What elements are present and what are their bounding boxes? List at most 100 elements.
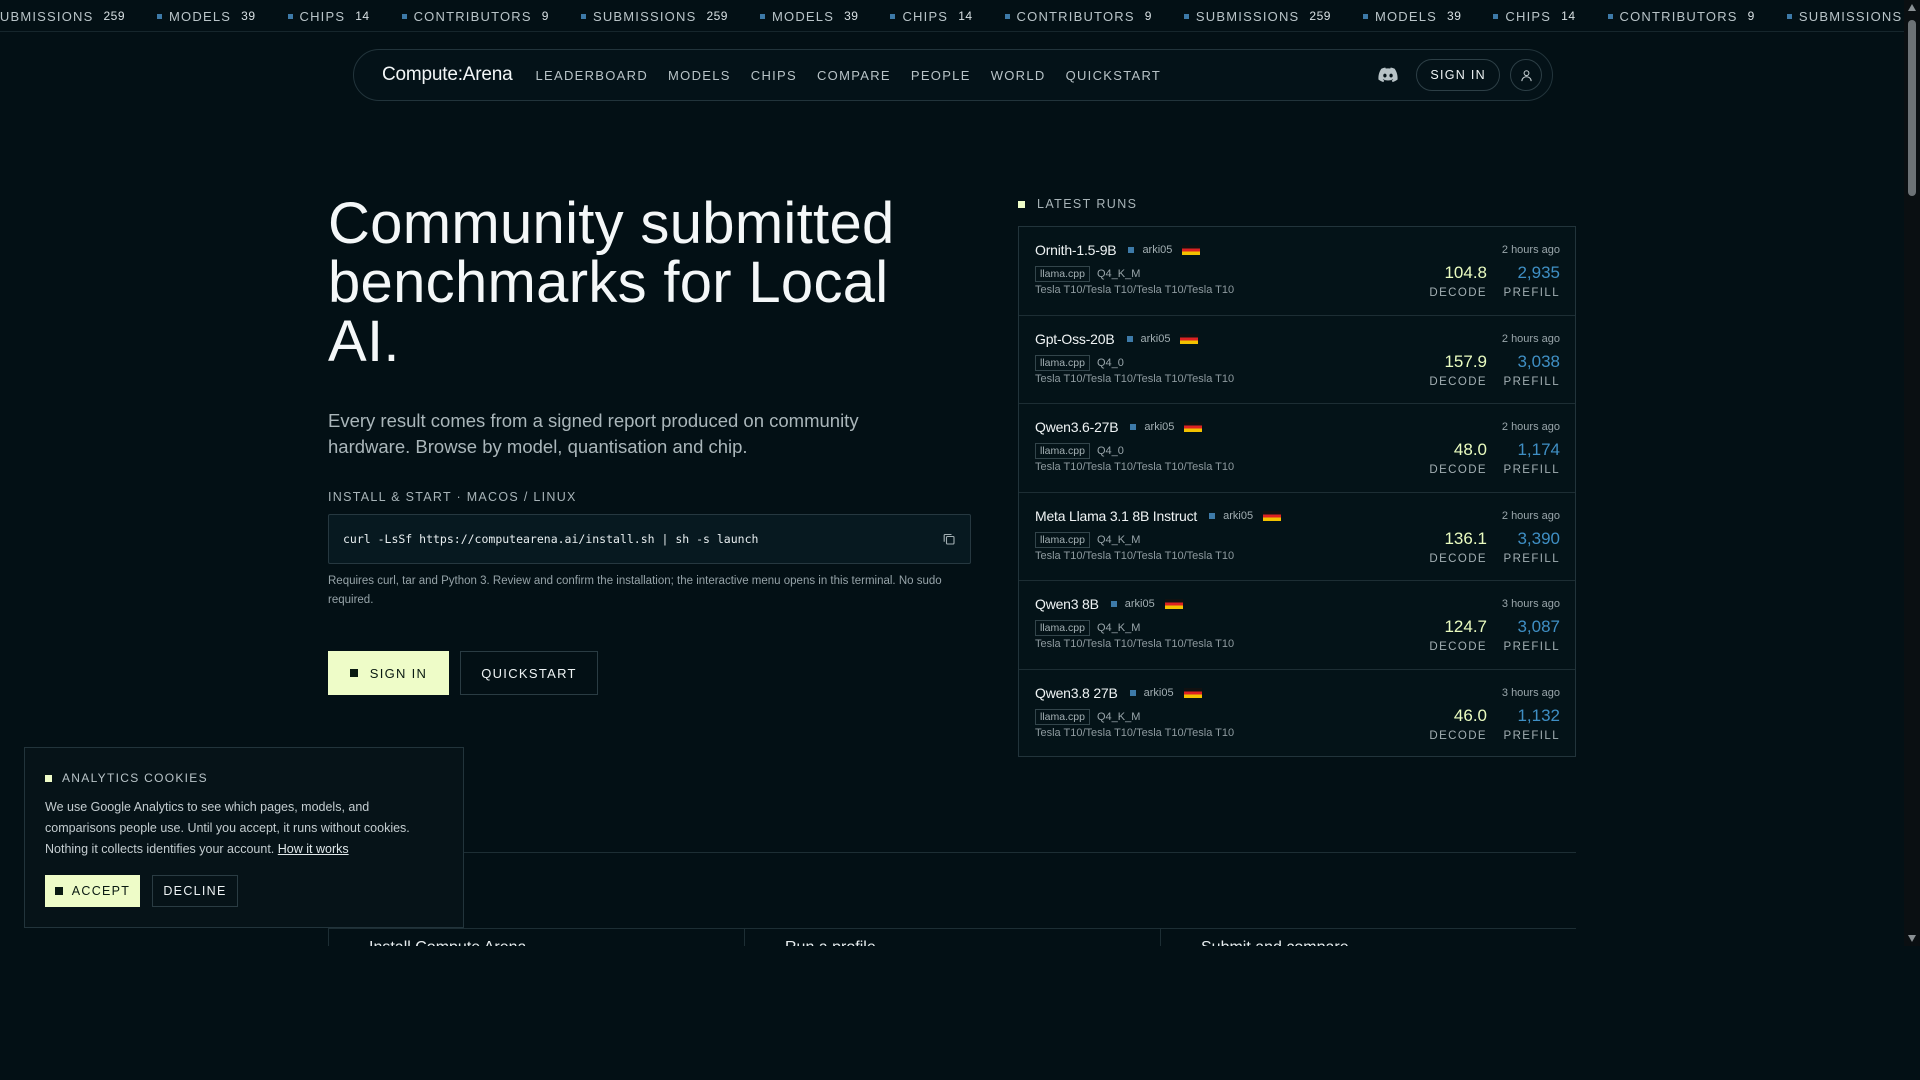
run-title: Gpt-Oss-20B arki05: [1035, 331, 1199, 347]
run-chips: Tesla T10/Tesla T10/Tesla T10/Tesla T10: [1035, 284, 1235, 296]
cookie-decline-button[interactable]: DECLINE: [152, 875, 238, 907]
run-row[interactable]: Qwen3.8 27B arki05 llama.cpp Q4_K_M Tesla T1…: [1019, 670, 1575, 759]
nav-link-chips[interactable]: CHIPS: [751, 68, 797, 83]
run-model-name[interactable]: Qwen3.8 27B: [1035, 685, 1118, 701]
run-meta: llama.cpp Q4_K_M: [1035, 708, 1140, 725]
run-engine-tag: llama.cpp: [1035, 266, 1090, 282]
square-icon: [54, 887, 63, 895]
cookie-how-it-works-link[interactable]: How it works: [278, 842, 349, 856]
ticker-item: SUBMISSIONS259: [1786, 9, 1904, 24]
ticker-value: 14: [355, 9, 370, 23]
run-prefill-label: PREFILL: [1503, 375, 1560, 388]
run-title: Meta Llama 3.1 8B Instruct arki05: [1035, 508, 1282, 524]
feature-card[interactable]: Install Compute Arena: [328, 929, 744, 946]
install-requirements: Requires curl, tar and Python 3. Review …: [328, 575, 942, 606]
hero-quickstart-button[interactable]: QUICKSTART: [460, 651, 598, 695]
run-row[interactable]: Meta Llama 3.1 8B Instruct arki05 llama.cp…: [1019, 493, 1575, 581]
cookie-accept-button[interactable]: ACCEPT: [45, 875, 140, 907]
cookie-accept-label: ACCEPT: [71, 884, 131, 898]
ticker-value: 9: [541, 9, 549, 23]
germany-flag-icon: [1263, 510, 1282, 521]
run-user[interactable]: arki05: [1141, 333, 1171, 345]
square-icon: [1183, 13, 1189, 19]
run-row[interactable]: Qwen3.6-27B arki05 llama.cpp Q4_0 Tesla T10/…: [1019, 404, 1575, 493]
nav-link-quickstart[interactable]: QUICKSTART: [1066, 68, 1162, 83]
run-row[interactable]: Ornith-1.5-9B arki05 llama.cpp Q4_K_M Tesla …: [1019, 227, 1575, 316]
run-user[interactable]: arki05: [1144, 687, 1174, 699]
hero-subtitle: Every result comes from a signed report …: [328, 410, 859, 457]
run-meta: llama.cpp Q4_0: [1035, 354, 1124, 371]
run-user[interactable]: arki05: [1223, 510, 1253, 522]
ticker-item: CONTRIBUTORS 9: [1004, 8, 1152, 24]
run-decode: 104.8 DECODE: [1429, 263, 1487, 299]
run-time: 3 hours ago: [1501, 686, 1560, 699]
run-quant: Q4_K_M: [1096, 622, 1141, 634]
hero-sign-in-label: SIGN IN: [369, 665, 428, 681]
stats-ticker: SUBMISSIONS 259 MODELS 39 CHIPS 14 CONTRIBUTOR…: [0, 0, 1904, 32]
run-row[interactable]: Qwen3 8B arki05 llama.cpp Q4_K_M Tesla T10/T…: [1019, 581, 1575, 670]
run-decode-value: 46.0: [1453, 705, 1487, 725]
page-scrollbar[interactable]: [1904, 0, 1920, 946]
run-user[interactable]: arki05: [1125, 598, 1155, 610]
run-user[interactable]: arki05: [1142, 244, 1172, 256]
run-decode: 48.0 DECODE: [1429, 440, 1487, 476]
copy-icon[interactable]: [942, 532, 956, 546]
ticker-value: 39: [241, 9, 256, 23]
ticker-label: CONTRIBUTORS: [413, 8, 532, 24]
hero-title: Community submitted benchmarks for Local…: [328, 191, 895, 374]
nav-link-compare[interactable]: COMPARE: [817, 68, 891, 83]
run-title: Qwen3 8B arki05: [1035, 596, 1183, 612]
user-menu-button[interactable]: [1510, 59, 1542, 91]
cookie-text: We use Google Analytics to see which pag…: [45, 797, 441, 860]
nav-sign-in-button[interactable]: SIGN IN: [1416, 59, 1500, 91]
ticker-label: CONTRIBUTORS: [1016, 8, 1135, 24]
scrollbar-thumb[interactable]: [1908, 20, 1916, 196]
scroll-up-arrow-icon[interactable]: [1908, 4, 1916, 11]
run-prefill-value: 3,390: [1517, 528, 1560, 548]
square-icon: [1004, 13, 1010, 19]
run-model-name[interactable]: Ornith-1.5-9B: [1035, 242, 1117, 258]
run-chips: Tesla T10/Tesla T10/Tesla T10/Tesla T10: [1035, 726, 1235, 739]
nav-link-models[interactable]: MODELS: [668, 68, 731, 83]
feature-card[interactable]: Submit and compare: [1160, 929, 1576, 946]
square-icon: [580, 13, 586, 19]
cookie-title: ANALYTICS COOKIES: [45, 771, 208, 785]
latest-runs-heading: LATEST RUNS: [1018, 197, 1137, 211]
run-model-name[interactable]: Qwen3.6-27B: [1035, 419, 1119, 435]
nav-link-world[interactable]: WORLD: [991, 68, 1046, 83]
discord-icon[interactable]: [1378, 67, 1398, 83]
site-logo[interactable]: Compute:Arena: [382, 64, 513, 86]
run-decode-label: DECODE: [1429, 464, 1487, 476]
run-user[interactable]: arki05: [1144, 421, 1174, 433]
ticker-value: 9: [1144, 9, 1152, 23]
run-meta: llama.cpp Q4_0: [1035, 443, 1124, 459]
square-icon: [1128, 247, 1135, 253]
ticker-label: CHIPS: [902, 8, 949, 24]
square-icon: [401, 13, 407, 19]
run-decode-label: DECODE: [1429, 641, 1487, 653]
run-prefill-label: PREFILL: [1503, 641, 1560, 653]
run-chips: Tesla T10/Tesla T10/Tesla T10/Tesla T10: [1035, 461, 1235, 473]
run-decode-value: 48.0: [1453, 440, 1487, 459]
hero-sign-in-button[interactable]: SIGN IN: [328, 651, 449, 695]
square-icon: [890, 13, 896, 19]
install-command-box[interactable]: curl -LsSf https://computearena.ai/insta…: [328, 514, 971, 564]
run-model-name[interactable]: Qwen3 8B: [1035, 596, 1099, 612]
cookie-banner: ANALYTICS COOKIES We use Google Analytic…: [24, 747, 464, 928]
run-model-name[interactable]: Meta Llama 3.1 8B Instruct: [1035, 508, 1197, 524]
run-row[interactable]: Gpt-Oss-20B arki05 llama.cpp Q4_0 Tesla T10/…: [1019, 316, 1575, 404]
run-decode-value: 104.8: [1444, 263, 1487, 282]
nav-link-people[interactable]: PEOPLE: [911, 68, 971, 83]
run-model-name[interactable]: Gpt-Oss-20B: [1035, 331, 1115, 347]
ticker-label: CHIPS: [1505, 8, 1552, 24]
run-prefill-value: 3,087: [1517, 617, 1560, 636]
ticker-item: CONTRIBUTORS 9: [401, 8, 549, 24]
square-icon: [1209, 512, 1216, 519]
install-command[interactable]: curl -LsSf https://computearena.ai/insta…: [343, 532, 758, 546]
feature-card[interactable]: Run a profile: [744, 929, 1160, 946]
ticker-item: SUBMISSIONS259: [1183, 9, 1331, 24]
ticker-value: 39: [844, 9, 859, 23]
ticker-label: MODELS: [169, 8, 232, 24]
nav-link-leaderboard[interactable]: LEADERBOARD: [535, 68, 648, 83]
scroll-down-arrow-icon[interactable]: [1908, 935, 1916, 942]
